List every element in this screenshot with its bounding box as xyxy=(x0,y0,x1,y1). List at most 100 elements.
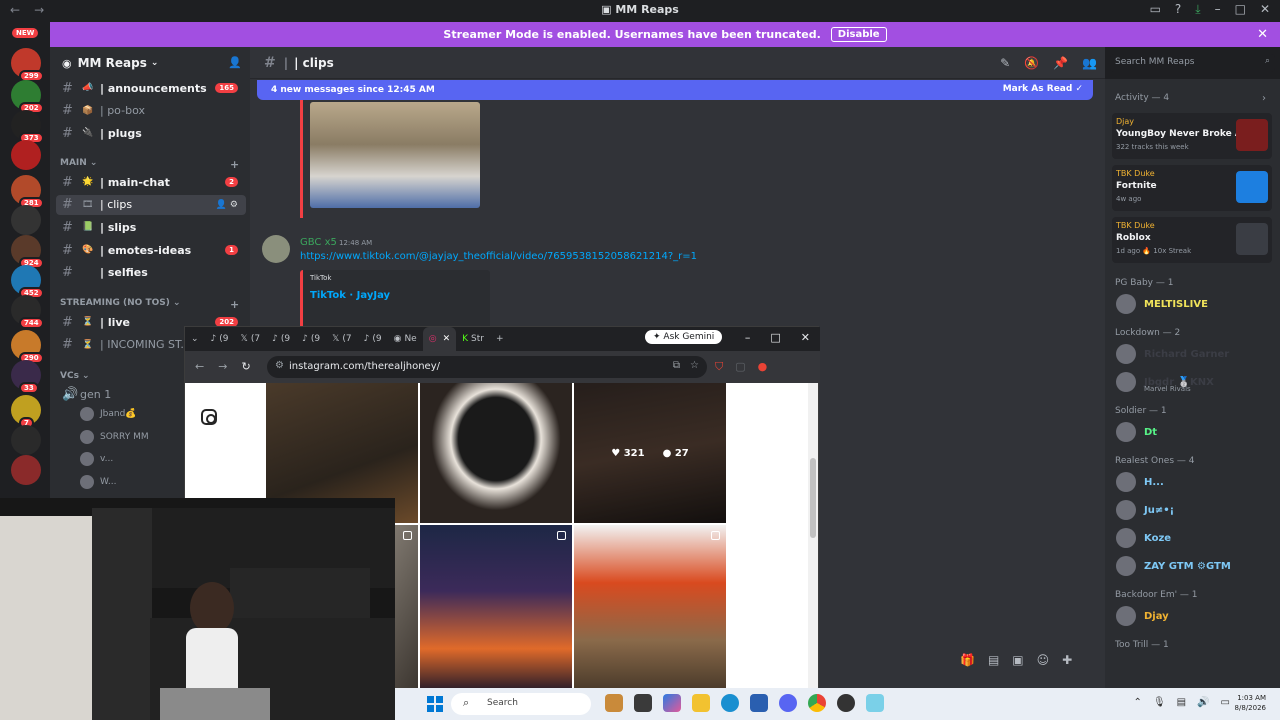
member-row[interactable]: Koze xyxy=(1116,528,1171,548)
extension-icon[interactable]: ▢ xyxy=(735,360,745,374)
browser-tab[interactable]: ♪ (9 xyxy=(358,327,388,351)
browser-tab[interactable]: ♪ (9 xyxy=(205,327,235,351)
task-view-icon[interactable] xyxy=(634,694,652,712)
browser-tab[interactable]: 𝕏 (7 xyxy=(326,327,358,351)
message-link[interactable]: https://www.tiktok.com/@jayjay_theoffici… xyxy=(300,251,697,262)
server-icon[interactable]: 452 xyxy=(11,265,44,299)
server-icon[interactable]: 299 xyxy=(11,48,44,82)
member-row[interactable]: Djay xyxy=(1116,606,1169,626)
server-icon[interactable]: 744 xyxy=(11,295,44,329)
post-thumbnail[interactable] xyxy=(420,383,572,523)
chevron-right-icon[interactable]: › xyxy=(1262,93,1266,104)
member-row[interactable]: ZAY GTM ⚙GTM xyxy=(1116,556,1231,576)
avatar[interactable] xyxy=(262,235,290,263)
server-icon[interactable] xyxy=(11,455,41,485)
battery-icon[interactable]: ▭ xyxy=(1221,697,1230,708)
server-icon[interactable]: 290 xyxy=(11,330,44,364)
mute-bell-icon[interactable]: 🔕 xyxy=(1024,56,1039,70)
member-row[interactable]: Dt xyxy=(1116,422,1157,442)
channel-settings-icon[interactable]: 👤 ⚙ xyxy=(216,200,238,210)
inbox-icon[interactable]: ▭ xyxy=(1150,2,1161,17)
ask-gemini-button[interactable]: ✦ Ask Gemini xyxy=(645,330,723,344)
taskbar-clock[interactable]: 1:03 AM 8/8/2026 xyxy=(1235,693,1266,713)
scrollbar[interactable] xyxy=(808,383,818,688)
new-tab-button[interactable]: + xyxy=(490,327,510,351)
streaming-app-icon[interactable] xyxy=(837,694,855,712)
threads-icon[interactable]: ✎ xyxy=(1000,56,1010,70)
channel-category[interactable]: MAIN ⌄ + xyxy=(60,158,239,171)
bookmark-star-icon[interactable]: ☆ xyxy=(690,360,699,371)
active-app-icon[interactable] xyxy=(866,694,884,712)
post-thumbnail[interactable]: ♥ 321 ● 27 xyxy=(574,383,726,523)
member-list-icon[interactable]: 👥 xyxy=(1082,56,1097,70)
member-row[interactable]: Richard Garner xyxy=(1116,344,1229,364)
extension-icon[interactable]: ⛉ xyxy=(715,360,723,374)
channel-item[interactable]: # 🎨 | emotes-ideas 1 xyxy=(56,240,246,260)
server-icon[interactable]: 33 xyxy=(11,360,41,394)
post-thumbnail[interactable] xyxy=(420,525,572,688)
file-explorer-icon[interactable] xyxy=(692,694,710,712)
server-icon[interactable] xyxy=(11,425,41,455)
reload-icon[interactable]: ↻ xyxy=(241,360,250,373)
activity-card[interactable]: TBK Duke Roblox 1d ago 🔥 10x Streak xyxy=(1112,217,1272,263)
member-row[interactable]: Jbgdr 🥈KNX Marvel Rivals xyxy=(1116,372,1214,393)
mark-as-read-button[interactable]: Mark As Read ✓ xyxy=(1003,84,1083,94)
server-icon[interactable]: 373 xyxy=(11,110,44,144)
browser-tab[interactable]: ◉ Ne xyxy=(388,327,423,351)
browser-tab[interactable]: ♪ (9 xyxy=(266,327,296,351)
embed-image[interactable] xyxy=(310,102,480,208)
tab-instagram[interactable]: ◎ ✕ xyxy=(422,327,457,351)
chrome-browser-icon[interactable] xyxy=(808,694,826,712)
back-arrow-icon[interactable]: ← xyxy=(195,360,204,373)
browser-tab[interactable]: K Str xyxy=(456,327,490,351)
add-member-icon[interactable]: 👤 xyxy=(228,56,242,69)
server-icon[interactable] xyxy=(11,140,41,170)
server-icon[interactable] xyxy=(11,205,41,235)
tab-search-icon[interactable]: ⌄ xyxy=(185,327,205,351)
edge-browser-icon[interactable] xyxy=(721,694,739,712)
instagram-icon[interactable] xyxy=(201,409,217,425)
download-icon[interactable]: ⤓ xyxy=(1195,2,1200,17)
browser-tab[interactable]: ♪ (9 xyxy=(296,327,326,351)
apps-icon[interactable]: ✚ xyxy=(1062,653,1072,673)
channel-item[interactable]: # 📦 | po-box xyxy=(56,101,246,121)
voice-user[interactable]: Jband💰 xyxy=(80,406,137,422)
activity-card[interactable]: Djay YoungBoy Never Broke Again 322 tracks… xyxy=(1112,113,1272,159)
add-channel-icon[interactable]: + xyxy=(230,158,239,171)
profile-avatar[interactable]: ● xyxy=(758,360,768,374)
channel-item[interactable]: # 🎞 | clips 👤 ⚙ xyxy=(56,194,246,215)
copilot-app-icon[interactable] xyxy=(663,694,681,712)
voice-user[interactable]: SORRY MM xyxy=(80,429,149,445)
channel-category[interactable]: STREAMING (NO TOS) ⌄ + xyxy=(60,298,239,311)
maximize-button[interactable]: □ xyxy=(770,331,780,344)
gif-icon[interactable]: ▤ xyxy=(988,653,999,673)
minimize-button[interactable]: – xyxy=(745,331,751,344)
member-row[interactable]: Ju≠•¡ xyxy=(1116,500,1174,520)
voice-user[interactable]: v... xyxy=(80,451,113,467)
discord-app-icon[interactable] xyxy=(779,694,797,712)
gift-icon[interactable]: 🎁 xyxy=(960,653,975,673)
pin-icon[interactable]: 📌 xyxy=(1053,56,1068,70)
chevron-up-icon[interactable]: ⌃ xyxy=(1134,697,1142,708)
close-window-button[interactable]: ✕ xyxy=(1260,2,1270,17)
channel-item[interactable]: # 🌟 | main-chat 2 xyxy=(56,172,246,192)
maximize-button[interactable]: □ xyxy=(1235,2,1246,17)
server-icon[interactable]: 7 xyxy=(11,395,41,429)
mic-icon[interactable]: 🎙 xyxy=(1153,697,1166,708)
member-row[interactable]: MELTISLIVE xyxy=(1116,294,1208,314)
channel-category[interactable]: VCs ⌄+ xyxy=(60,371,239,384)
channel-item[interactable]: # 📗 | slips xyxy=(56,217,246,237)
widget-app-icon[interactable] xyxy=(605,694,623,712)
embed-title[interactable]: TikTok · JayJay xyxy=(310,290,390,301)
server-icon[interactable]: 281 xyxy=(11,175,44,209)
voice-user[interactable]: W... xyxy=(80,474,116,490)
activity-card[interactable]: TBK Duke Fortnite 4w ago xyxy=(1112,165,1272,211)
channel-item[interactable]: # 📣 | announcements 165 xyxy=(56,78,246,98)
sticker-icon[interactable]: ▣ xyxy=(1012,653,1023,673)
minimize-button[interactable]: – xyxy=(1215,2,1221,17)
guild-header[interactable]: ◉ MM Reaps ⌄ 👤 xyxy=(50,47,250,79)
help-icon[interactable]: ? xyxy=(1175,2,1181,17)
message-author[interactable]: GBC x5 xyxy=(300,237,337,248)
member-row[interactable]: H... xyxy=(1116,472,1164,492)
new-messages-bar[interactable]: 4 new messages since 12:45 AM Mark As Re… xyxy=(257,80,1093,100)
